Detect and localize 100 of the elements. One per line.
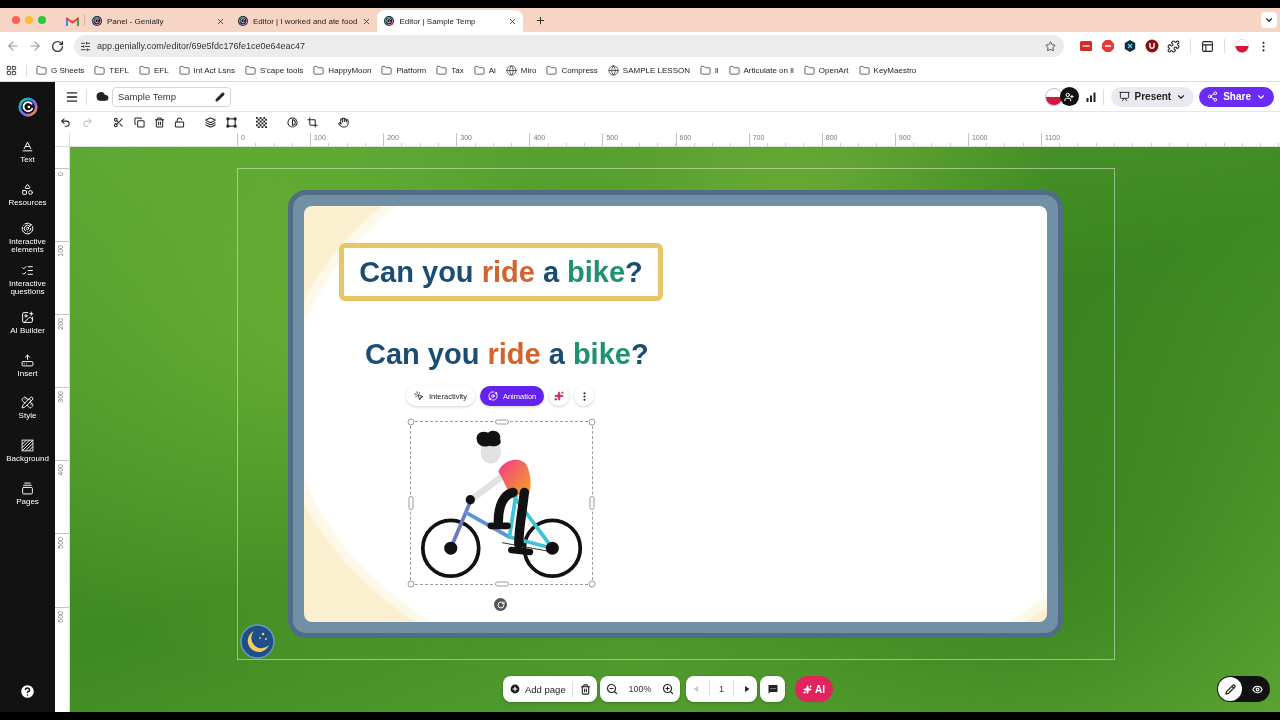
box-extension-icon[interactable] — [1079, 39, 1093, 53]
circle-extension-icon[interactable] — [1145, 39, 1159, 53]
add-user-icon[interactable] — [1059, 87, 1079, 106]
folder-icon — [546, 65, 558, 76]
sidebar-item[interactable]: Text — [0, 131, 55, 174]
reload-icon[interactable] — [51, 39, 64, 53]
resize-handle[interactable] — [408, 496, 414, 510]
rotate-handle-icon[interactable] — [494, 598, 507, 611]
duplicate-icon[interactable] — [134, 117, 145, 128]
pencil-icon — [1224, 683, 1236, 695]
close-tab-icon[interactable] — [216, 16, 225, 26]
help-icon[interactable] — [19, 683, 36, 700]
tab-list-button[interactable] — [1261, 12, 1277, 28]
side-panel-icon[interactable] — [1201, 39, 1214, 53]
unlock-icon[interactable] — [174, 117, 185, 128]
bookmark-link[interactable]: Compress — [546, 65, 598, 76]
present-button[interactable]: Present — [1110, 86, 1195, 107]
zoom-in-icon[interactable] — [662, 683, 674, 695]
undo-icon[interactable] — [60, 117, 71, 128]
browser-tab[interactable]: Editor | Sample Temp — [377, 10, 524, 32]
bookmark-link[interactable]: Articulate on ll — [728, 65, 794, 76]
crop-icon[interactable] — [307, 117, 318, 128]
hand-icon[interactable] — [338, 117, 349, 128]
forward-icon[interactable] — [28, 39, 42, 53]
resize-handle[interactable] — [407, 580, 415, 588]
view-mode-toggle[interactable] — [1217, 676, 1270, 702]
bookmark-link[interactable]: KeyMaestro — [858, 65, 917, 76]
sidebar-item[interactable]: AI Builder — [0, 301, 55, 345]
comments-button[interactable] — [760, 676, 785, 702]
add-page-button[interactable]: Add page — [509, 683, 566, 695]
bookmark-link[interactable]: Ai — [473, 65, 496, 76]
title-field[interactable]: Sample Temp — [112, 86, 231, 107]
bookmark-link[interactable]: SAMPLE LESSON — [607, 65, 690, 76]
resize-handle[interactable] — [494, 581, 509, 587]
bookmark-link[interactable]: EFL — [138, 65, 169, 76]
resize-handle[interactable] — [588, 418, 596, 426]
radar-icon — [21, 221, 34, 235]
bookmark-link[interactable]: G Sheets — [36, 65, 85, 76]
bookmark-link[interactable]: OpenArt — [803, 65, 849, 76]
share-button[interactable]: Share — [1199, 86, 1274, 107]
sidebar-item[interactable]: Interactive questions — [0, 259, 55, 302]
scissors-icon[interactable] — [113, 117, 124, 128]
apps-grid-icon[interactable] — [6, 65, 17, 76]
moon-badge-icon[interactable] — [240, 624, 275, 659]
mail-icon[interactable] — [65, 16, 79, 26]
eye-icon — [1251, 683, 1263, 695]
folder-icon — [381, 65, 393, 76]
zoom-out-icon[interactable] — [606, 683, 618, 695]
close-tab-icon[interactable] — [508, 16, 518, 26]
address-field[interactable]: app.genially.com/editor/69e5fdc176fe1ce0e64eac47 — [74, 35, 1064, 57]
hexagon-extension-icon[interactable] — [1123, 39, 1137, 53]
zoom-level[interactable]: 100% — [628, 684, 652, 694]
sidebar-item[interactable]: Pages — [0, 472, 55, 516]
trash-icon[interactable] — [580, 683, 591, 695]
chevron-down-icon — [1264, 15, 1274, 25]
ai-button[interactable]: AI — [795, 676, 833, 702]
bookmark-star-icon[interactable] — [1045, 40, 1056, 52]
edit-mode-button[interactable] — [1218, 677, 1242, 701]
bookmark-link[interactable]: TEFL — [94, 65, 129, 76]
frame-corners-icon[interactable] — [226, 117, 237, 128]
cloud-icon[interactable] — [96, 90, 109, 103]
ring-logo-icon[interactable] — [16, 95, 39, 118]
avatar-icon[interactable] — [1044, 87, 1063, 106]
bookmark-link[interactable]: Int Act Lsns — [178, 65, 235, 76]
back-icon[interactable] — [6, 39, 20, 53]
bookmark-link[interactable]: Miro — [505, 65, 537, 76]
checkerboard-icon[interactable] — [256, 117, 267, 128]
new-tab-icon[interactable] — [535, 14, 547, 26]
sliders-icon[interactable] — [80, 40, 91, 52]
sidebar-item[interactable]: Background — [0, 429, 55, 473]
browser-tab[interactable]: Editor | I worked and ate food — [231, 10, 378, 32]
sidebar-item[interactable]: Resources — [0, 173, 55, 217]
next-page-icon[interactable] — [742, 685, 751, 693]
profile-avatar-icon[interactable] — [1235, 39, 1249, 53]
octagon-extension-icon[interactable] — [1101, 39, 1115, 53]
sidebar-item[interactable]: Style — [0, 387, 55, 430]
extensions-icon[interactable] — [1167, 39, 1180, 53]
close-tab-icon[interactable] — [362, 16, 372, 26]
resize-handle[interactable] — [494, 419, 509, 425]
sidebar-item[interactable]: Interactive elements — [0, 216, 55, 260]
resize-handle[interactable] — [407, 418, 415, 426]
pencil-icon[interactable] — [215, 91, 225, 102]
pencil-ruler-icon — [21, 396, 34, 410]
bookmark-link[interactable]: S'cape tools — [244, 65, 304, 76]
contrast-icon[interactable] — [287, 117, 298, 128]
sidebar-item[interactable]: Insert — [0, 344, 55, 388]
layers-icon[interactable] — [205, 117, 216, 128]
bookmark-link[interactable]: Platform — [381, 65, 427, 76]
ai-assist-button[interactable] — [549, 386, 570, 406]
bookmark-link[interactable]: Tax — [436, 65, 464, 76]
resize-handle[interactable] — [588, 580, 596, 588]
more-options-button[interactable] — [574, 386, 595, 406]
bar-chart-icon[interactable] — [1085, 91, 1096, 102]
bookmark-link[interactable]: ll — [699, 65, 719, 76]
menu-icon[interactable] — [65, 89, 79, 104]
browser-tab[interactable]: Panel - Genially — [85, 10, 231, 32]
bookmark-link[interactable]: HappyMoon — [313, 65, 372, 76]
trash-icon[interactable] — [154, 117, 165, 128]
page-number[interactable]: 1 — [718, 684, 724, 694]
resize-handle[interactable] — [589, 496, 595, 510]
